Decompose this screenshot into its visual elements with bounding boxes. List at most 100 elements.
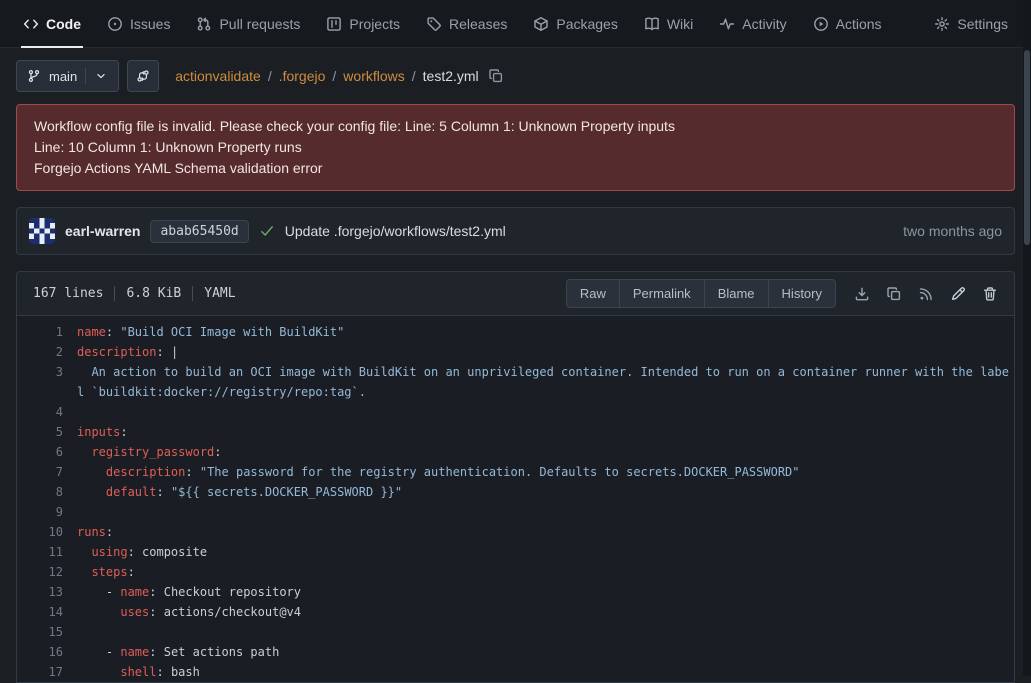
top-navigation: Code Issues Pull requests Projects Releases P… [0,0,1031,48]
nav-tab-issues[interactable]: Issues [94,0,183,47]
code-text: description: "The password for the regis… [77,462,1014,482]
line-number[interactable]: 12 [17,562,77,582]
package-icon [533,16,549,32]
identicon [29,218,55,244]
nav-tab-actions[interactable]: Actions [800,0,895,47]
line-number[interactable]: 1 [17,322,77,342]
nav-tab-label: Issues [130,16,170,32]
code-text: An action to build an OCI image with Bui… [77,362,1014,402]
error-line: Workflow config file is invalid. Please … [34,116,997,137]
copy-icon [886,286,902,302]
branch-selector[interactable]: main [16,60,119,92]
trash-icon [982,286,998,302]
code-text [77,402,1014,422]
commit-sha-button[interactable]: abab65450d [150,220,248,243]
view-button-history[interactable]: History [768,279,836,308]
breadcrumb: actionvalidate/.forgejo/workflows/test2.… [175,68,503,84]
code-line: 12 steps: [17,562,1014,582]
nav-tab-label: Packages [556,16,617,32]
meta-divider [192,286,193,301]
code-line: 5inputs: [17,422,1014,442]
line-number[interactable]: 8 [17,482,77,502]
code-text: shell: bash [77,662,1014,682]
branch-bar: main actionvalidate/.forgejo/workflows/t… [0,48,1031,104]
code-text: name: "Build OCI Image with BuildKit" [77,322,1014,342]
nav-tab-label: Releases [449,16,507,32]
view-button-blame[interactable]: Blame [704,279,769,308]
nav-tab-projects[interactable]: Projects [313,0,413,47]
line-number[interactable]: 11 [17,542,77,562]
commit-author[interactable]: earl-warren [65,223,140,239]
view-button-raw[interactable]: Raw [566,279,620,308]
rss-feed-button[interactable] [912,280,940,308]
scrollbar[interactable] [1023,0,1031,676]
nav-tab-label: Actions [836,16,882,32]
line-number[interactable]: 15 [17,622,77,642]
code-line: 10runs: [17,522,1014,542]
book-icon [644,16,660,32]
code-line: 17 shell: bash [17,662,1014,682]
delete-button[interactable] [976,280,1004,308]
breadcrumb-separator: / [412,68,416,84]
line-number[interactable]: 17 [17,662,77,682]
code-line: 16 - name: Set actions path [17,642,1014,662]
code-text: using: composite [77,542,1014,562]
nav-tab-packages[interactable]: Packages [520,0,630,47]
line-number[interactable]: 2 [17,342,77,362]
code-icon [23,16,39,32]
line-number[interactable]: 9 [17,502,77,522]
line-number[interactable]: 7 [17,462,77,482]
breadcrumb-actionvalidate[interactable]: actionvalidate [175,68,261,84]
line-number[interactable]: 4 [17,402,77,422]
chevron-down-icon [94,69,108,83]
breadcrumb-test2-yml: test2.yml [423,68,479,84]
error-line: Line: 10 Column 1: Unknown Property runs [34,137,997,158]
nav-tab-settings[interactable]: Settings [921,0,1021,47]
pulse-icon [719,16,735,32]
line-number[interactable]: 13 [17,582,77,602]
breadcrumb-workflows[interactable]: workflows [343,68,404,84]
rss-icon [918,286,934,302]
breadcrumb-separator: / [268,68,272,84]
project-icon [326,16,342,32]
copy-content-button[interactable] [880,280,908,308]
copy-path-button[interactable] [488,68,504,84]
check-icon[interactable] [259,223,275,239]
line-number[interactable]: 5 [17,422,77,442]
nav-tab-wiki[interactable]: Wiki [631,0,706,47]
avatar[interactable] [29,218,55,244]
nav-tab-pull-requests[interactable]: Pull requests [183,0,313,47]
download-button[interactable] [848,280,876,308]
git-pull-request-icon [196,16,212,32]
line-number[interactable]: 16 [17,642,77,662]
scrollbar-thumb[interactable] [1024,50,1030,245]
nav-tab-releases[interactable]: Releases [413,0,520,47]
git-compare-icon [136,69,150,83]
file-header: 167 lines 6.8 KiB YAML RawPermalinkBlame… [17,272,1014,316]
nav-tab-code[interactable]: Code [10,0,94,47]
nav-tab-activity[interactable]: Activity [706,0,799,47]
breadcrumb--forgejo[interactable]: .forgejo [279,68,326,84]
view-buttons: RawPermalinkBlameHistory [566,279,836,308]
view-button-permalink[interactable]: Permalink [619,279,705,308]
button-divider [85,68,86,84]
code-line: 13 - name: Checkout repository [17,582,1014,602]
code-text: steps: [77,562,1014,582]
nav-tab-label: Pull requests [219,16,300,32]
commit-message[interactable]: Update .forgejo/workflows/test2.yml [285,223,506,239]
compare-button[interactable] [127,60,159,92]
code-line: 7 description: "The password for the reg… [17,462,1014,482]
nav-tab-label: Wiki [667,16,693,32]
file-view: 167 lines 6.8 KiB YAML RawPermalinkBlame… [16,271,1015,683]
branch-name: main [49,69,77,84]
code-text [77,502,1014,522]
nav-tab-label: Activity [742,16,786,32]
code-line: 2description: | [17,342,1014,362]
line-number[interactable]: 10 [17,522,77,542]
line-number[interactable]: 6 [17,442,77,462]
line-number[interactable]: 14 [17,602,77,622]
edit-button[interactable] [944,280,972,308]
code-text: - name: Set actions path [77,642,1014,662]
line-number[interactable]: 3 [17,362,77,402]
code-text: uses: actions/checkout@v4 [77,602,1014,622]
